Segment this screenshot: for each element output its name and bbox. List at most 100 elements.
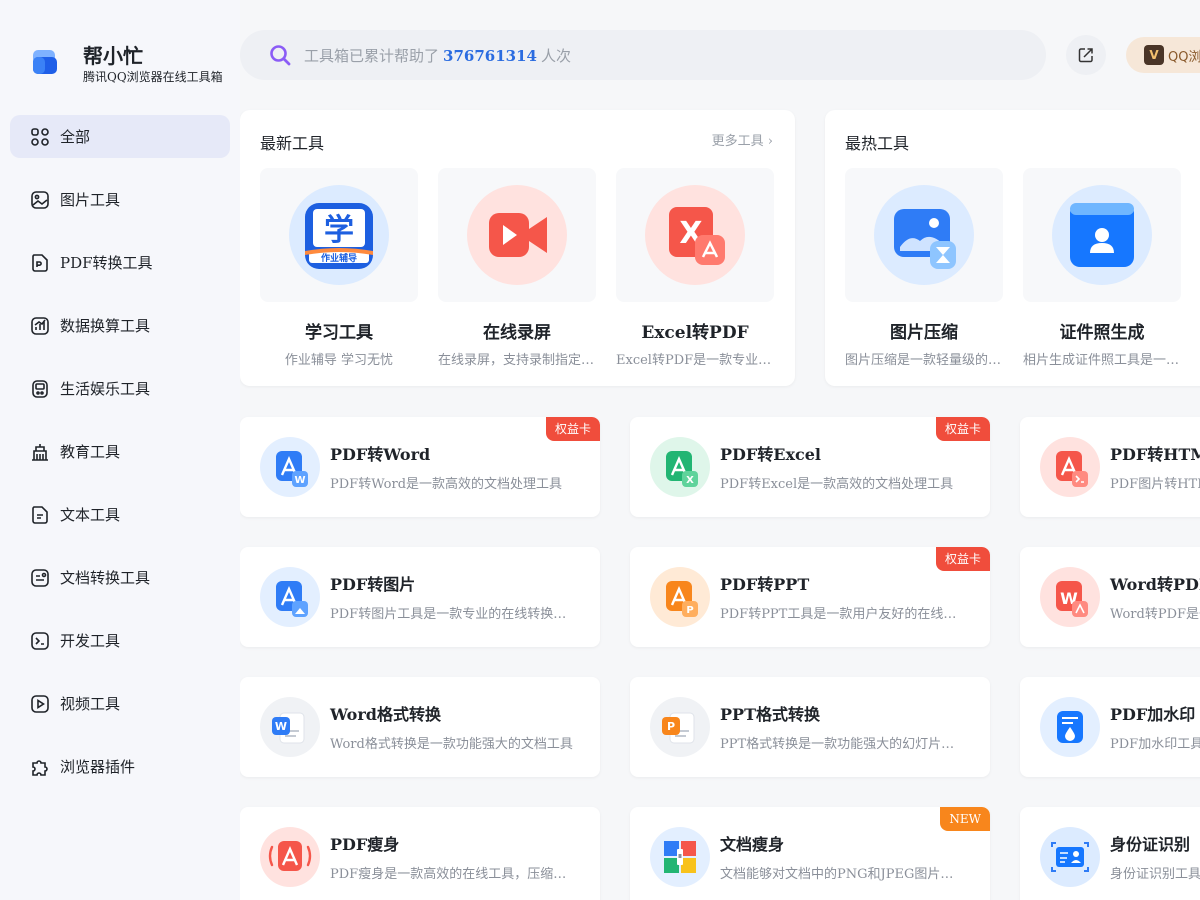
- qq-browser-button[interactable]: V QQ浏览器: [1126, 37, 1200, 73]
- tool-name: 在线录屏: [483, 323, 551, 343]
- nav-item-image-tools[interactable]: 图片工具: [10, 178, 230, 221]
- tool-card-title: Word转PDF: [1110, 575, 1200, 594]
- nav-item-label: 文档转换工具: [60, 569, 151, 587]
- nav-item-pdf-tools[interactable]: PDF转换工具: [10, 241, 230, 284]
- tool-card-desc: PDF转图片工具是一款专业的在线转换工具: [330, 607, 575, 622]
- text-file-icon: [32, 505, 48, 524]
- tool-card-pdf-watermark[interactable]: PDF加水印 PDF加水印工具: [1020, 677, 1200, 777]
- doc-convert-icon: [31, 568, 49, 587]
- tool-card-desc: PDF加水印工具: [1110, 737, 1200, 752]
- nav-item-all[interactable]: 全部: [10, 115, 230, 158]
- nav-item-label: 生活娱乐工具: [60, 380, 151, 398]
- video-icon: [31, 694, 49, 713]
- tool-card-doc-compress[interactable]: 文档瘦身 文档能够对文档中的PNG和JPEG图片进行压缩 NEW: [630, 807, 990, 900]
- search-placeholder: 工具箱已累计帮助了 376761314 人次: [304, 45, 571, 66]
- nav-item-label: 文本工具: [60, 506, 121, 524]
- nav-item-label: PDF转换工具: [60, 254, 153, 272]
- new-badge: NEW: [940, 807, 990, 831]
- more-tools-link[interactable]: 更多工具 ›: [712, 130, 773, 149]
- pdf-to-html-icon: [1040, 437, 1100, 497]
- tool-tile-screen-record[interactable]: 在线录屏 在线录屏，支持录制指定区域: [438, 168, 596, 368]
- id-photo-icon: [1052, 185, 1152, 285]
- nav-item-label: 开发工具: [60, 632, 121, 650]
- nav-item-text-tools[interactable]: 文本工具: [10, 493, 230, 536]
- tool-card-desc: PPT格式转换是一款功能强大的幻灯片工具: [720, 737, 965, 752]
- latest-tools-title: 最新工具: [260, 134, 325, 153]
- tool-card-title: 文档瘦身: [720, 835, 785, 854]
- tool-card-pdf-compress[interactable]: PDF瘦身 PDF瘦身是一款高效的在线工具，压缩文件: [240, 807, 600, 900]
- image-icon: [31, 190, 49, 209]
- nav-item-label: 浏览器插件: [60, 758, 136, 776]
- tool-card-title: PDF转图片: [330, 575, 416, 594]
- nav-item-edu-tools[interactable]: 教育工具: [10, 430, 230, 473]
- tool-card-desc: PDF图片转HTML: [1110, 477, 1200, 492]
- share-icon: [1078, 48, 1093, 63]
- gamepad-icon: [32, 379, 48, 398]
- tool-tile-bg: [438, 168, 596, 302]
- tool-card-pdf-to-html[interactable]: PDF转HTML PDF图片转HTML: [1020, 417, 1200, 517]
- search-icon: [270, 45, 291, 66]
- tool-tile-bg: X: [616, 168, 774, 302]
- pdf-file-icon: [32, 253, 48, 272]
- nav-item-dev-tools[interactable]: 开发工具: [10, 619, 230, 662]
- ppt-format-icon: P: [650, 697, 710, 757]
- tool-card-title: PDF瘦身: [330, 835, 400, 854]
- nav-item-life-tools[interactable]: 生活娱乐工具: [10, 367, 230, 410]
- main-content: 工具箱已累计帮助了376761314人次 V QQ浏览器 最新工具 更多工具 ›…: [240, 0, 1200, 900]
- tool-card-pdf-to-image[interactable]: PDF转图片 PDF转图片工具是一款专业的在线转换工具: [240, 547, 600, 647]
- tool-tile-study[interactable]: 学 作业辅导 学习工具 作业辅导 学习无忧: [260, 168, 418, 368]
- tool-card-desc: 身份证识别工具: [1110, 867, 1200, 882]
- tool-tile-image-compress[interactable]: 图片压缩 图片压缩是一款轻量级的压缩工具: [845, 168, 1003, 368]
- chevron-right-icon: ›: [767, 134, 773, 149]
- latest-tools-panel: 最新工具 更多工具 › 学 作业辅导 学习工具 作业辅导 学习无忧 在线录屏 在…: [240, 110, 795, 386]
- svg-text:作业辅导: 作业辅导: [321, 252, 357, 264]
- hottest-tools-title: 最热工具: [845, 134, 910, 153]
- excel-to-pdf-icon: X: [645, 185, 745, 285]
- tool-card-pdf-to-word[interactable]: W PDF转Word PDF转Word是一款高效的文档处理工具 权益卡: [240, 417, 600, 517]
- svg-text:W: W: [294, 475, 305, 486]
- search-prefix: 工具箱已累计帮助了: [304, 46, 440, 65]
- tool-card-id-card-ocr[interactable]: 身份证识别 身份证识别工具: [1020, 807, 1200, 900]
- nav-item-video-tools[interactable]: 视频工具: [10, 682, 230, 725]
- terminal-icon: [31, 631, 49, 650]
- nav-item-label: 图片工具: [60, 191, 121, 209]
- tool-name: 图片压缩: [890, 323, 958, 343]
- pdf-to-word-icon: W: [260, 437, 320, 497]
- grid-icon: [31, 127, 49, 146]
- tool-card-title: Word格式转换: [330, 705, 441, 724]
- word-format-icon: W: [260, 697, 320, 757]
- tool-card-desc: Word转PDF是一: [1110, 607, 1200, 622]
- tool-name: Excel转PDF: [641, 323, 749, 343]
- svg-text:P: P: [667, 720, 675, 733]
- tool-desc: 在线录屏，支持录制指定区域: [438, 353, 596, 368]
- search-suffix: 人次: [540, 46, 571, 65]
- search-count: 376761314: [443, 46, 537, 65]
- tool-tile-excel-to-pdf[interactable]: X Excel转PDF Excel转PDF是一款专业的转换工具: [616, 168, 774, 368]
- tool-card-word-to-pdf[interactable]: W Word转PDF Word转PDF是一: [1020, 547, 1200, 647]
- school-icon: [32, 443, 48, 461]
- tool-tile-bg: 学 作业辅导: [260, 168, 418, 302]
- nav-item-doc-tools[interactable]: 文档转换工具: [10, 556, 230, 599]
- tool-name: 证件照生成: [1059, 323, 1145, 343]
- nav-item-data-tools[interactable]: 数据换算工具: [10, 304, 230, 347]
- tool-card-desc: PDF转Excel是一款高效的文档处理工具: [720, 477, 954, 492]
- word-to-pdf-icon: W: [1040, 567, 1100, 627]
- search-bar[interactable]: 工具箱已累计帮助了 376761314 人次: [240, 30, 1046, 80]
- benefit-card-badge: 权益卡: [935, 417, 990, 441]
- tool-card-pdf-to-ppt[interactable]: P PDF转PPT PDF转PPT工具是一款用户友好的在线工具 权益卡: [630, 547, 990, 647]
- pdf-compress-icon: [260, 827, 320, 887]
- pdf-to-ppt-icon: P: [650, 567, 710, 627]
- tool-desc: 作业辅导 学习无忧: [284, 353, 394, 368]
- share-button[interactable]: [1066, 35, 1106, 75]
- tool-card-word-format[interactable]: W Word格式转换 Word格式转换是一款功能强大的文档工具: [240, 677, 600, 777]
- tool-card-desc: PDF转PPT工具是一款用户友好的在线工具: [720, 607, 965, 622]
- tool-tile-id-photo[interactable]: 证件照生成 相片生成证件照工具是一款实用工具: [1023, 168, 1181, 368]
- tool-card-title: PDF转Word: [330, 445, 431, 464]
- pdf-watermark-icon: [1040, 697, 1100, 757]
- tool-card-desc: 文档能够对文档中的PNG和JPEG图片进行压缩: [720, 867, 965, 882]
- nav-item-browser-plugins[interactable]: 浏览器插件: [10, 745, 230, 788]
- tool-card-ppt-format[interactable]: P PPT格式转换 PPT格式转换是一款功能强大的幻灯片工具: [630, 677, 990, 777]
- chart-icon: [31, 316, 49, 335]
- tool-card-pdf-to-excel[interactable]: X PDF转Excel PDF转Excel是一款高效的文档处理工具 权益卡: [630, 417, 990, 517]
- id-card-ocr-icon: [1040, 827, 1100, 887]
